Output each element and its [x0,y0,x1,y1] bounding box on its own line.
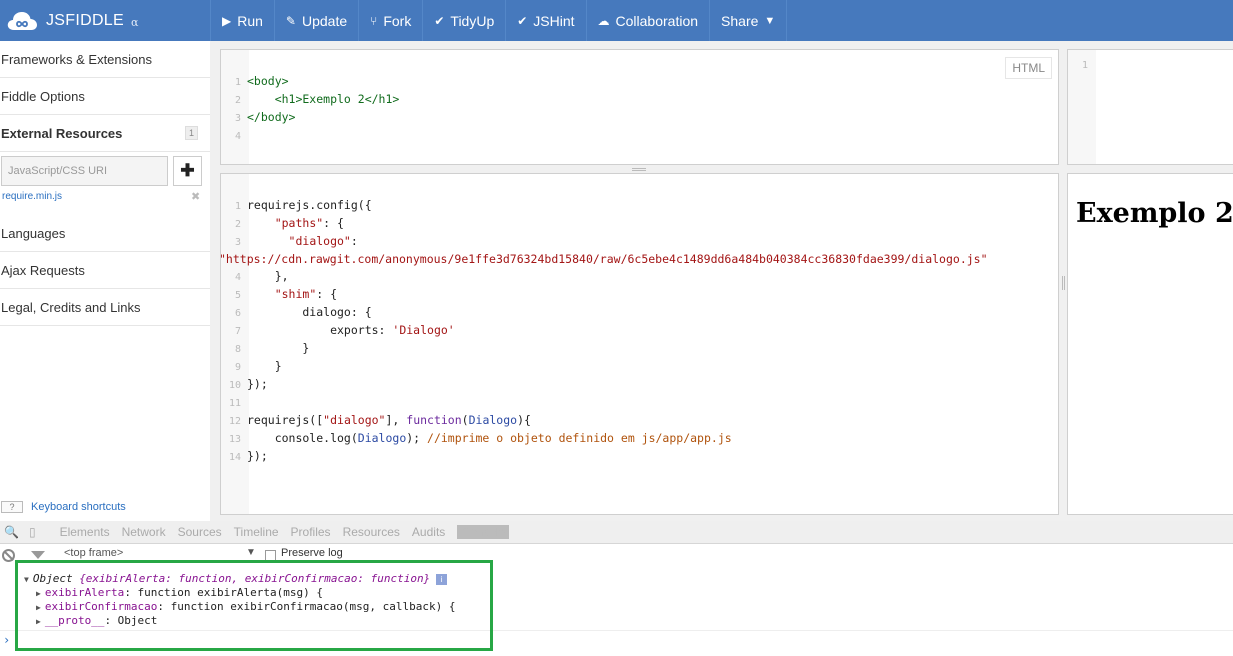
filter-icon[interactable] [31,551,45,559]
html-panel[interactable]: 1 <body> 2 <h1>Exemplo 2</h1> 3 </body> 4 … [220,49,1059,165]
tab-timeline[interactable]: Timeline [234,525,279,539]
brand-alpha: α [130,15,139,29]
wand-icon: ✔ [434,13,445,28]
sidebar-item-frameworks[interactable]: Frameworks & Extensions [0,41,210,78]
check-icon: ✔ [517,13,528,28]
js-comment: //imprime o objeto definido em js/app/ap… [427,431,732,445]
horizontal-resize-handle[interactable] [632,168,646,171]
preserve-log-label: Preserve log [281,547,343,559]
result-heading: Exemplo 2 [1076,198,1233,229]
tab-resources[interactable]: Resources [343,525,400,539]
resource-uri-input[interactable] [1,156,168,186]
fork-button[interactable]: ⑂ Fork [358,0,423,41]
collaboration-label: Collaboration [615,12,699,29]
external-resource-form: ✚ [0,156,210,188]
tab-console[interactable]: Console [457,525,510,539]
sidebar-item-languages[interactable]: Languages [0,215,210,252]
external-resources-count: 1 [184,126,198,140]
highlight-box [15,560,493,651]
tab-audits[interactable]: Audits [412,525,445,539]
play-icon: ▶ [222,13,232,28]
console-prompt-icon: › [3,633,11,647]
pencil-icon: ✎ [285,13,296,28]
cloud-logo-icon [6,9,38,33]
js-panel[interactable]: 1 requirejs.config({ 2 "paths": { 3 "dial… [220,173,1059,515]
resource-link[interactable]: require.min.js [2,191,62,202]
caret-down-icon: ▼ [764,14,776,27]
clear-console-icon[interactable] [2,549,15,562]
devtools-tabs: 🔍 ▯ Elements Network Sources Timeline Pr… [0,521,1233,544]
keyboard-icon: ? [1,501,23,513]
share-label: Share [721,12,759,29]
html-code: 1 <body> 2 <h1>Exemplo 2</h1> 3 </body> 4 [234,74,400,142]
rawgit-url: "https://cdn.rawgit.com/anonymous/9e1ffe… [220,252,988,266]
inspect-icon[interactable]: 🔍 [4,525,19,539]
sidebar-item-external-resources[interactable]: External Resources 1 [0,115,210,152]
update-label: Update [301,12,348,29]
collaboration-button[interactable]: ☁ Collaboration [585,0,710,41]
js-code: 1 requirejs.config({ 2 "paths": { 3 "dial… [220,198,988,463]
fork-icon: ⑂ [370,13,378,28]
brand[interactable]: JSFIDDLE α [0,0,210,41]
device-icon[interactable]: ▯ [29,525,36,539]
sidebar-lower-menu: Languages Ajax Requests Legal, Credits a… [0,215,210,326]
frame-selector[interactable]: <top frame> [64,547,123,559]
css-code: 1 [1081,60,1088,71]
sidebar-item-fiddle-options[interactable]: Fiddle Options [0,78,210,115]
update-button[interactable]: ✎ Update [273,0,359,41]
sidebar-item-legal[interactable]: Legal, Credits and Links [0,289,210,326]
run-button[interactable]: ▶ Run [210,0,274,41]
sidebar: Frameworks & Extensions Fiddle Options E… [0,41,210,521]
sidebar-item-ajax[interactable]: Ajax Requests [0,252,210,289]
top-bar: JSFIDDLE α ▶ Run ✎ Update ⑂ Fork ✔ TidyUp ✔ J… [0,0,1233,41]
result-panel: Exemplo 2 [1067,173,1233,515]
jshint-label: JSHint [533,12,575,29]
add-resource-button[interactable]: ✚ [173,156,202,186]
share-button[interactable]: Share ▼ [709,0,788,41]
tab-network[interactable]: Network [122,525,166,539]
keyboard-shortcuts-label: Keyboard shortcuts [31,501,126,513]
tab-sources[interactable]: Sources [178,525,222,539]
toolbar: ▶ Run ✎ Update ⑂ Fork ✔ TidyUp ✔ JSHint ☁ Coll… [210,0,788,41]
tidyup-label: TidyUp [450,12,495,29]
tab-elements[interactable]: Elements [60,525,110,539]
html-panel-label: HTML [1005,57,1052,79]
run-label: Run [237,12,263,29]
vertical-resize-handle[interactable] [1062,276,1065,290]
keyboard-shortcuts[interactable]: ? Keyboard shortcuts [1,501,126,513]
fork-label: Fork [383,12,412,29]
plus-icon: ✚ [180,161,195,180]
css-panel[interactable]: 1 [1067,49,1233,165]
resource-item: require.min.js ✖ [0,191,210,205]
remove-resource-icon[interactable]: ✖ [191,190,200,203]
brand-name: JSFIDDLE [46,11,124,29]
jshint-button[interactable]: ✔ JSHint [505,0,586,41]
cloud-icon: ☁ [597,13,610,28]
frame-caret-icon[interactable]: ▼ [246,547,256,558]
external-resources-label: External Resources [1,125,123,141]
tidyup-button[interactable]: ✔ TidyUp [422,0,506,41]
tab-profiles[interactable]: Profiles [291,525,331,539]
